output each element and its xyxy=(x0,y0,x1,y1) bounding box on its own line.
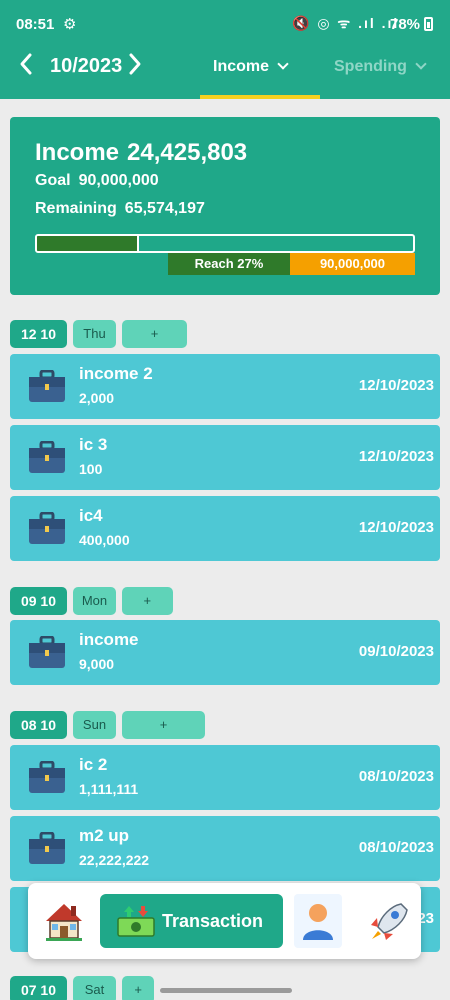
group-total: + 402,100 xyxy=(122,320,187,369)
briefcase-icon xyxy=(29,636,65,668)
remaining-value: 65,574,197 xyxy=(124,200,205,217)
tab-income[interactable]: Income xyxy=(213,58,289,76)
chevron-down-icon xyxy=(415,58,427,70)
status-bar: 08:51 ⚙ 🔇 ◎ ᯤ .ıl .ıl 78% xyxy=(0,0,450,50)
briefcase-icon xyxy=(29,512,65,544)
group-date: 07 10 xyxy=(10,976,67,1000)
transaction-row[interactable]: income 9,000 09/10/2023 xyxy=(10,620,440,685)
battery-icon xyxy=(424,17,433,31)
goal-progress-bar xyxy=(35,234,415,253)
previous-month-button[interactable] xyxy=(18,52,34,83)
remaining-row: Remaining 65,574,197 xyxy=(35,200,205,218)
app-header: 08:51 ⚙ 🔇 ◎ ᯤ .ıl .ıl 78% 10/2023 Income… xyxy=(0,0,450,99)
transaction-amount: 2,000 xyxy=(79,390,115,406)
income-summary-card: Income 24,425,803 Goal 90,000,000 Remainin… xyxy=(10,117,440,295)
battery-level: 78% xyxy=(390,16,421,33)
transaction-name: income 2 xyxy=(79,364,153,383)
chevron-left-icon xyxy=(20,53,32,75)
gear-icon: ⚙ xyxy=(63,16,77,33)
tab-spending-label: Spending xyxy=(334,58,407,75)
transaction-amount: 1,111,111 xyxy=(79,781,139,797)
transaction-date: 09/10/2023 xyxy=(358,643,434,660)
user-icon xyxy=(303,904,333,940)
money-transfer-icon xyxy=(117,906,155,937)
transaction-name: ic4 xyxy=(79,506,103,525)
tab-income-label: Income xyxy=(213,58,270,75)
transaction-row[interactable]: ic 3 100 12/10/2023 xyxy=(10,425,440,490)
briefcase-icon xyxy=(29,441,65,473)
group-weekday: Mon xyxy=(73,587,116,615)
briefcase-icon xyxy=(29,761,65,793)
transaction-row[interactable]: income 2 2,000 12/10/2023 xyxy=(10,354,440,419)
status-time: 08:51 xyxy=(16,16,55,33)
transaction-name: income xyxy=(79,630,139,649)
current-month: 10/2023 xyxy=(50,55,123,77)
rocket-button[interactable] xyxy=(361,894,415,948)
bottom-navigation: Transaction xyxy=(28,883,421,959)
briefcase-icon xyxy=(29,832,65,864)
status-icons: 🔇 ◎ ᯤ .ıl .ıl xyxy=(292,15,400,31)
group-total: + 23,333,421 xyxy=(122,711,206,760)
group-date: 08 10 xyxy=(10,711,67,739)
tab-spending[interactable]: Spending xyxy=(334,58,427,76)
goal-badge: 90,000,000 xyxy=(290,253,415,275)
chevron-down-icon xyxy=(277,58,289,70)
home-indicator[interactable] xyxy=(160,988,292,993)
active-tab-indicator xyxy=(200,95,320,99)
goal-row: Goal 90,000,000 xyxy=(35,172,159,190)
goal-label: Goal xyxy=(35,172,71,189)
transaction-row[interactable]: m2 up 22,222,222 08/10/2023 xyxy=(10,816,440,881)
transaction-date: 08/10/2023 xyxy=(358,768,434,785)
chevron-right-icon xyxy=(129,53,141,75)
income-total: 24,425,803 xyxy=(127,139,248,166)
transaction-date: 12/10/2023 xyxy=(358,448,434,465)
transaction-name: ic 2 xyxy=(79,755,108,774)
goal-value: 90,000,000 xyxy=(78,172,159,189)
group-date: 09 10 xyxy=(10,587,67,615)
transaction-date: 08/10/2023 xyxy=(358,839,434,856)
transaction-name: m2 up xyxy=(79,826,130,845)
transaction-tab-label: Transaction xyxy=(162,911,264,931)
transaction-name: ic 3 xyxy=(79,435,108,454)
goal-progress-fill xyxy=(37,236,139,251)
group-weekday: Thu xyxy=(73,320,116,348)
summary-title-label: Income xyxy=(35,139,120,166)
rocket-icon xyxy=(371,903,408,940)
reach-percentage: Reach 27% xyxy=(168,253,290,275)
house-icon xyxy=(46,904,82,941)
transaction-date: 12/10/2023 xyxy=(358,519,434,536)
group-total: + 9,000 xyxy=(122,587,173,636)
transaction-date: 12/10/2023 xyxy=(358,377,434,394)
transaction-row[interactable]: ic 2 1,111,111 08/10/2023 xyxy=(10,745,440,810)
transaction-tab-button[interactable]: Transaction xyxy=(100,894,283,948)
home-button[interactable] xyxy=(37,894,91,948)
transaction-amount: 22,222,222 xyxy=(79,852,150,868)
transaction-amount: 100 xyxy=(79,461,103,477)
next-month-button[interactable] xyxy=(127,52,143,83)
group-total: + 89 xyxy=(122,976,155,1000)
summary-title: Income 24,425,803 xyxy=(35,139,247,167)
transaction-amount: 400,000 xyxy=(79,532,130,548)
group-weekday: Sat xyxy=(73,976,116,1000)
group-date: 12 10 xyxy=(10,320,67,348)
briefcase-icon xyxy=(29,370,65,402)
transaction-amount: 9,000 xyxy=(79,656,115,672)
group-weekday: Sun xyxy=(73,711,116,739)
transaction-row[interactable]: ic4 400,000 12/10/2023 xyxy=(10,496,440,561)
remaining-label: Remaining xyxy=(35,200,117,217)
profile-button[interactable] xyxy=(294,894,342,948)
